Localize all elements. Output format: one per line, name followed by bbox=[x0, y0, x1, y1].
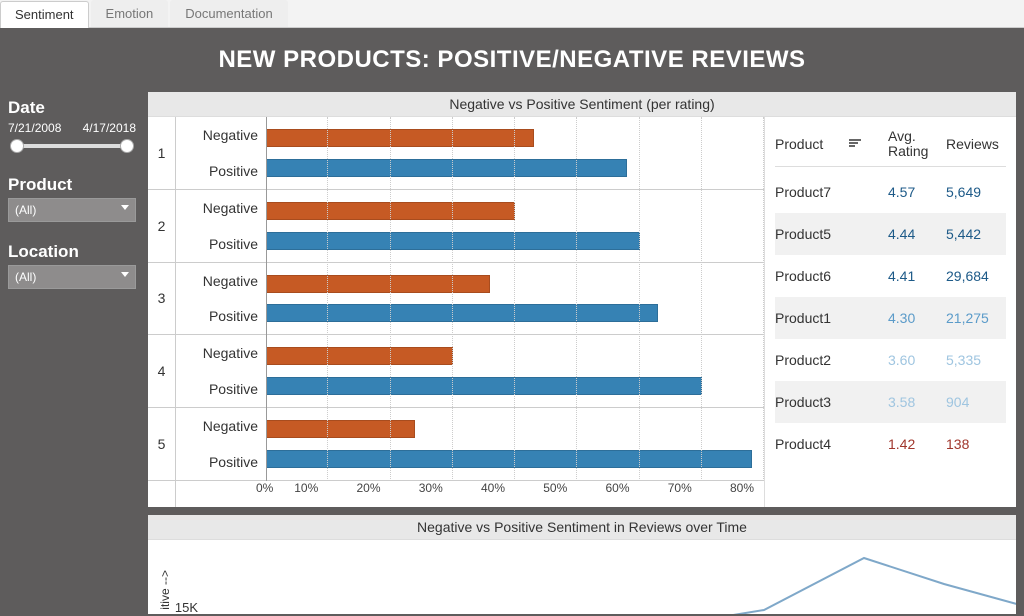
cell-reviews: 5,335 bbox=[946, 352, 1006, 368]
filter-date-label: Date bbox=[8, 98, 136, 118]
cell-avg-rating: 4.57 bbox=[888, 184, 946, 200]
location-dropdown-value: (All) bbox=[15, 270, 36, 284]
cell-avg-rating: 3.58 bbox=[888, 394, 946, 410]
series-label-negative: Negative bbox=[184, 273, 258, 289]
cell-product: Product5 bbox=[775, 226, 888, 242]
cell-avg-rating: 4.30 bbox=[888, 310, 946, 326]
panel1-title: Negative vs Positive Sentiment (per rati… bbox=[148, 92, 1016, 117]
table-row[interactable]: Product74.575,649 bbox=[775, 171, 1006, 213]
location-dropdown[interactable]: (All) bbox=[8, 265, 136, 289]
series-label-negative: Negative bbox=[184, 127, 258, 143]
product-table: Product Avg. Rating Reviews Product74.57… bbox=[764, 117, 1016, 507]
series-label-positive: Positive bbox=[184, 308, 258, 324]
table-row[interactable]: Product33.58904 bbox=[775, 381, 1006, 423]
page-title: NEW PRODUCTS: POSITIVE/NEGATIVE REVIEWS bbox=[2, 46, 1022, 74]
series-label-positive: Positive bbox=[184, 236, 258, 252]
main: Negative vs Positive Sentiment (per rati… bbox=[142, 92, 1022, 614]
x-tick: 80% bbox=[692, 481, 754, 507]
x-tick: 10% bbox=[256, 481, 318, 507]
x-tick: 40% bbox=[443, 481, 505, 507]
filter-product: Product (All) bbox=[8, 175, 136, 222]
tab-emotion[interactable]: Emotion bbox=[91, 0, 169, 27]
panel-sentiment-over-time: Negative vs Positive Sentiment in Review… bbox=[148, 515, 1016, 614]
cell-product: Product2 bbox=[775, 352, 888, 368]
y-axis-label-partial: itive --> bbox=[158, 570, 172, 610]
cell-avg-rating: 1.42 bbox=[888, 436, 946, 452]
rating-group-label: 5 bbox=[148, 408, 175, 481]
table-row[interactable]: Product23.605,335 bbox=[775, 339, 1006, 381]
series-label-negative: Negative bbox=[184, 345, 258, 361]
sort-icon[interactable] bbox=[849, 139, 861, 149]
cell-reviews: 138 bbox=[946, 436, 1006, 452]
filter-location: Location (All) bbox=[8, 242, 136, 289]
cell-reviews: 29,684 bbox=[946, 268, 1006, 284]
panel2-title: Negative vs Positive Sentiment in Review… bbox=[148, 515, 1016, 540]
date-range-knob-start[interactable] bbox=[10, 139, 24, 153]
bar-plot-area[interactable]: 0% 10% 20% 30% 40% 50% 60% 70% 80% bbox=[266, 117, 764, 507]
cell-reviews: 904 bbox=[946, 394, 1006, 410]
cell-product: Product1 bbox=[775, 310, 888, 326]
rating-group-label: 2 bbox=[148, 190, 175, 263]
date-end: 4/17/2018 bbox=[83, 121, 136, 135]
filter-location-label: Location bbox=[8, 242, 136, 262]
series-label-negative: Negative bbox=[184, 418, 258, 434]
tab-sentiment[interactable]: Sentiment bbox=[0, 1, 89, 28]
series-label-negative: Negative bbox=[184, 200, 258, 216]
rating-group-label: 4 bbox=[148, 335, 175, 408]
tab-strip: Sentiment Emotion Documentation bbox=[0, 0, 1024, 28]
cell-product: Product6 bbox=[775, 268, 888, 284]
col-avg-rating[interactable]: Avg. Rating bbox=[888, 129, 946, 160]
x-tick: 60% bbox=[567, 481, 629, 507]
filter-product-label: Product bbox=[8, 175, 136, 195]
col-product[interactable]: Product bbox=[775, 136, 823, 152]
filter-date: Date 7/21/2008 4/17/2018 bbox=[8, 98, 136, 155]
cell-avg-rating: 4.41 bbox=[888, 268, 946, 284]
product-table-header: Product Avg. Rating Reviews bbox=[775, 129, 1006, 167]
cell-avg-rating: 4.44 bbox=[888, 226, 946, 242]
x-tick: 50% bbox=[505, 481, 567, 507]
x-tick: 20% bbox=[318, 481, 380, 507]
panel-sentiment-per-rating: Negative vs Positive Sentiment (per rati… bbox=[148, 92, 1016, 507]
cell-product: Product4 bbox=[775, 436, 888, 452]
product-dropdown-value: (All) bbox=[15, 203, 36, 217]
sidebar: Date 7/21/2008 4/17/2018 Product (All) bbox=[2, 92, 142, 614]
dashboard-frame: NEW PRODUCTS: POSITIVE/NEGATIVE REVIEWS … bbox=[0, 28, 1024, 616]
x-tick: 30% bbox=[381, 481, 443, 507]
cell-product: Product7 bbox=[775, 184, 888, 200]
line-chart[interactable] bbox=[204, 540, 1016, 614]
series-label-positive: Positive bbox=[184, 381, 258, 397]
chevron-down-icon bbox=[121, 205, 129, 210]
cell-reviews: 5,442 bbox=[946, 226, 1006, 242]
date-range-knob-end[interactable] bbox=[120, 139, 134, 153]
table-row[interactable]: Product64.4129,684 bbox=[775, 255, 1006, 297]
rating-group-label: 1 bbox=[148, 117, 175, 190]
bar-chart[interactable]: 1 2 3 4 5 Negative Positive bbox=[148, 117, 764, 507]
col-reviews[interactable]: Reviews bbox=[946, 136, 1006, 152]
title-bar: NEW PRODUCTS: POSITIVE/NEGATIVE REVIEWS bbox=[2, 30, 1022, 92]
y-tick: 15K bbox=[175, 600, 198, 614]
table-row[interactable]: Product14.3021,275 bbox=[775, 297, 1006, 339]
cell-avg-rating: 3.60 bbox=[888, 352, 946, 368]
date-start: 7/21/2008 bbox=[8, 121, 61, 135]
x-axis: 0% 10% 20% 30% 40% 50% 60% 70% 80% bbox=[266, 481, 764, 507]
rating-group-label: 3 bbox=[148, 263, 175, 336]
product-dropdown[interactable]: (All) bbox=[8, 198, 136, 222]
cell-product: Product3 bbox=[775, 394, 888, 410]
cell-reviews: 5,649 bbox=[946, 184, 1006, 200]
series-label-positive: Positive bbox=[184, 163, 258, 179]
table-row[interactable]: Product54.445,442 bbox=[775, 213, 1006, 255]
x-tick: 70% bbox=[630, 481, 692, 507]
chevron-down-icon bbox=[121, 272, 129, 277]
table-row[interactable]: Product41.42138 bbox=[775, 423, 1006, 465]
date-range-slider[interactable] bbox=[8, 137, 136, 155]
series-label-positive: Positive bbox=[184, 454, 258, 470]
tab-documentation[interactable]: Documentation bbox=[170, 0, 287, 27]
cell-reviews: 21,275 bbox=[946, 310, 1006, 326]
